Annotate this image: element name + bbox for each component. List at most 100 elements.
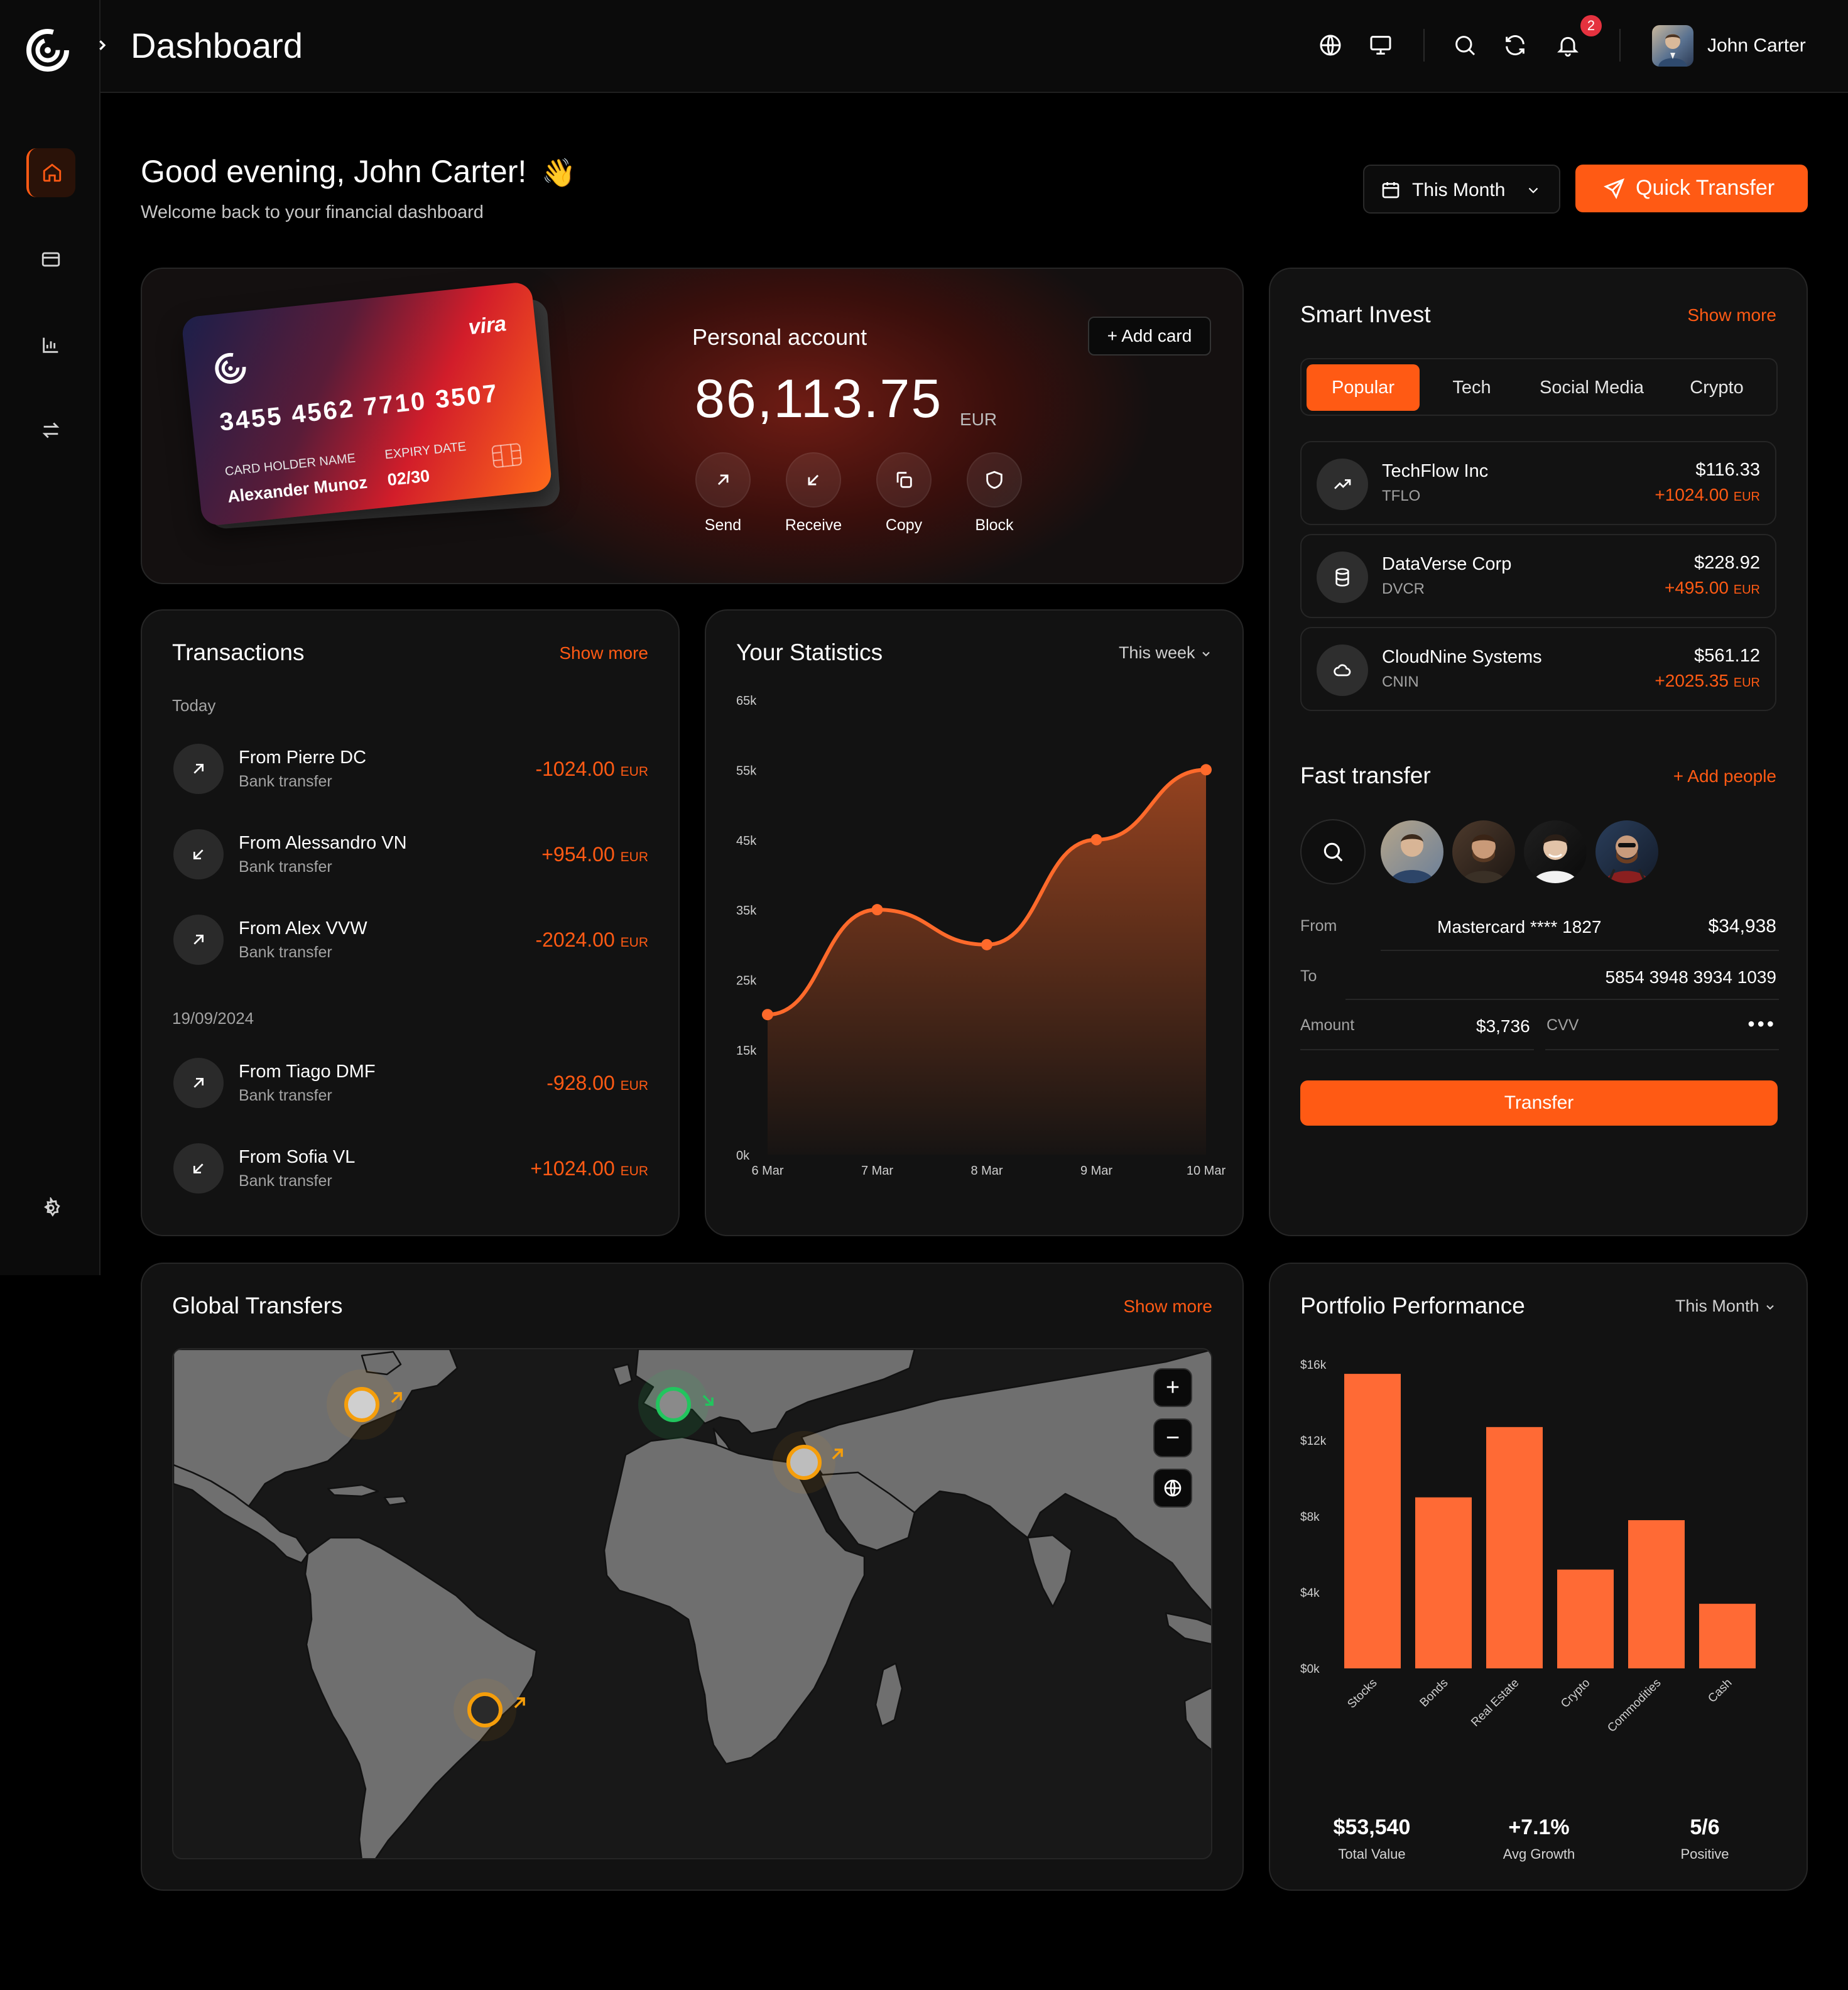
chart-bar xyxy=(1486,1427,1543,1668)
contact-avatar[interactable] xyxy=(1452,820,1515,883)
receive-action[interactable]: Receive xyxy=(779,452,848,535)
transaction-icon xyxy=(173,829,224,879)
refresh-button[interactable] xyxy=(1503,33,1528,61)
swap-arrows-icon xyxy=(42,422,60,438)
chart-x-tick: 9 Mar xyxy=(1080,1164,1112,1178)
contact-search-button[interactable] xyxy=(1300,819,1366,884)
transfer-marker[interactable] xyxy=(656,1387,691,1422)
nav-cards[interactable] xyxy=(26,235,75,284)
quick-transfer-button[interactable]: Quick Transfer xyxy=(1575,165,1808,212)
transaction-type: Bank transfer xyxy=(239,773,332,790)
world-map[interactable]: + − xyxy=(172,1348,1212,1859)
zoom-in-button[interactable]: + xyxy=(1153,1368,1192,1407)
language-button[interactable] xyxy=(1318,33,1343,61)
transaction-name: From Sofia VL xyxy=(239,1147,356,1167)
portfolio-panel: Portfolio Performance This Month $0k $4k $… xyxy=(1269,1263,1808,1891)
add-people-button[interactable]: + Add people xyxy=(1673,766,1776,786)
user-name[interactable]: John Carter xyxy=(1707,35,1806,57)
contact-avatar[interactable] xyxy=(1381,820,1443,883)
cvv-input[interactable]: ••• xyxy=(1747,1013,1776,1036)
smart-invest-panel: Smart Invest Show more Popular Tech Soci… xyxy=(1269,268,1808,1236)
chart-bar xyxy=(1344,1374,1401,1668)
transaction-row[interactable]: From Alessandro VN Bank transfer +954.00… xyxy=(173,825,648,882)
chart-point xyxy=(981,938,992,950)
invest-item[interactable]: CloudNine Systems CNIN $561.12 +2025.35 … xyxy=(1300,627,1776,711)
transaction-name: From Tiago DMF xyxy=(239,1062,376,1082)
stat-label: Avg Growth xyxy=(1503,1846,1575,1862)
invest-item[interactable]: TechFlow Inc TFLO $116.33 +1024.00 EUR xyxy=(1300,441,1776,525)
tab-tech[interactable]: Tech xyxy=(1425,364,1519,411)
nav-home[interactable] xyxy=(26,148,75,197)
tab-crypto[interactable]: Crypto xyxy=(1663,364,1770,411)
stat-value: 5/6 xyxy=(1690,1815,1720,1839)
portfolio-stats: $53,540 Total Value +7.1% Avg Growth 5/6… xyxy=(1270,1815,1807,1878)
contact-avatar[interactable] xyxy=(1524,820,1587,883)
transaction-row[interactable]: From Alex VVW Bank transfer -2024.00 EUR xyxy=(173,911,648,967)
invest-price: $228.92 xyxy=(1694,553,1760,573)
block-action[interactable]: Block xyxy=(960,452,1029,535)
search-button[interactable] xyxy=(1452,33,1477,61)
nav-transfers[interactable] xyxy=(26,406,75,455)
to-account-input[interactable]: 5854 3948 3934 1039 xyxy=(1606,967,1777,987)
search-icon xyxy=(1323,842,1343,862)
invest-item[interactable]: DataVerse Corp DVCR $228.92 +495.00 EUR xyxy=(1300,534,1776,618)
transaction-icon xyxy=(173,1143,224,1193)
map-globe-button[interactable] xyxy=(1153,1469,1192,1508)
global-transfers-panel: Global Transfers Show more + − xyxy=(141,1263,1244,1891)
portfolio-stat: $53,540 Total Value xyxy=(1303,1815,1441,1862)
send-action[interactable]: Send xyxy=(688,452,758,535)
arrow-up-right-icon xyxy=(391,1392,402,1403)
chart-y-tick: 55k xyxy=(736,764,757,778)
chart-point xyxy=(871,904,883,916)
from-label: From xyxy=(1300,917,1337,935)
divider xyxy=(1300,1049,1534,1050)
divider xyxy=(1345,999,1779,1000)
transfer-marker[interactable] xyxy=(467,1692,503,1727)
credit-card[interactable]: vira 3455 4562 7710 3507 CARD HOLDER NAM… xyxy=(181,281,553,527)
transaction-row[interactable]: From Sofia VL Bank transfer +1024.00 EUR xyxy=(173,1139,648,1196)
smart-invest-show-more[interactable]: Show more xyxy=(1687,305,1776,325)
transactions-show-more[interactable]: Show more xyxy=(559,643,648,663)
from-account[interactable]: Mastercard **** 1827 xyxy=(1437,917,1601,937)
zoom-out-button[interactable]: − xyxy=(1153,1418,1192,1457)
smart-invest-title: Smart Invest xyxy=(1300,302,1431,327)
amount-input[interactable]: $3,736 xyxy=(1476,1016,1530,1036)
copy-label: Copy xyxy=(885,516,923,534)
arrow-up-right-icon xyxy=(717,474,729,486)
transfer-marker[interactable] xyxy=(786,1445,822,1480)
greeting-subtitle: Welcome back to your financial dashboard xyxy=(141,202,484,222)
contact-avatar[interactable] xyxy=(1595,820,1658,883)
stat-value: $53,540 xyxy=(1333,1815,1411,1839)
transaction-row[interactable]: From Pierre DC Bank transfer -1024.00 EU… xyxy=(173,740,648,797)
monitor-icon xyxy=(1370,36,1391,55)
invest-ticker: TFLO xyxy=(1382,487,1421,504)
display-button[interactable] xyxy=(1368,33,1393,61)
invest-ticker: DVCR xyxy=(1382,580,1425,597)
invest-name: CloudNine Systems xyxy=(1382,647,1542,667)
chart-bar xyxy=(1415,1497,1472,1668)
nav-settings[interactable] xyxy=(26,1183,75,1232)
credit-card-icon xyxy=(41,252,60,267)
tab-social-media[interactable]: Social Media xyxy=(1523,364,1661,411)
app-logo[interactable] xyxy=(25,28,70,73)
transactions-group-date: Today xyxy=(172,696,216,715)
user-avatar[interactable] xyxy=(1652,25,1693,67)
nav-analytics[interactable] xyxy=(26,320,75,369)
transaction-row[interactable]: From Tiago DMF Bank transfer -928.00 EUR xyxy=(173,1054,648,1111)
block-label: Block xyxy=(975,516,1014,534)
global-transfers-show-more[interactable]: Show more xyxy=(1123,1297,1212,1317)
send-plane-icon xyxy=(1604,178,1625,199)
transfer-button[interactable]: Transfer xyxy=(1300,1080,1778,1126)
sidebar-expand-button[interactable] xyxy=(92,35,112,55)
transfer-marker[interactable] xyxy=(344,1387,379,1422)
tab-popular[interactable]: Popular xyxy=(1307,364,1420,411)
chart-y-tick: $8k xyxy=(1300,1511,1320,1524)
period-select[interactable]: This Month xyxy=(1363,165,1560,214)
notifications-button[interactable] xyxy=(1555,33,1580,61)
copy-action[interactable]: Copy xyxy=(869,452,938,535)
add-card-button[interactable]: + Add card xyxy=(1088,317,1211,356)
chart-point xyxy=(1090,834,1102,845)
chart-y-tick: 65k xyxy=(736,694,757,708)
bar-chart-icon xyxy=(43,337,58,353)
stat-value: +7.1% xyxy=(1508,1815,1570,1839)
